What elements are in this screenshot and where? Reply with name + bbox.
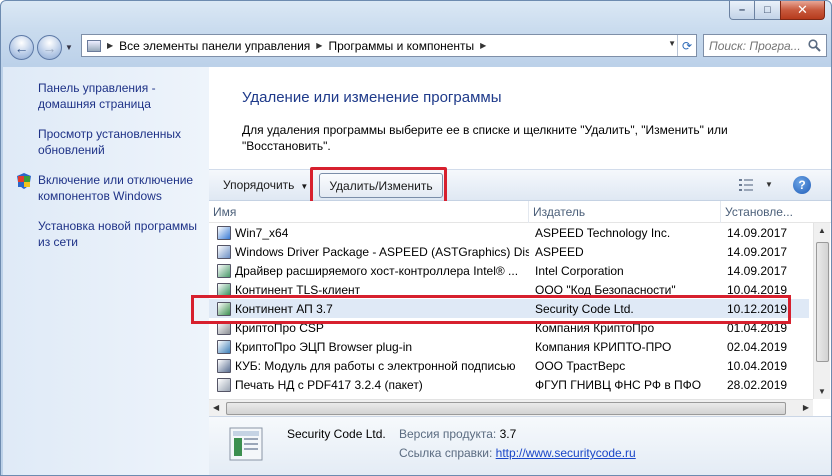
- breadcrumb-item-programs[interactable]: Программы и компоненты: [328, 39, 474, 53]
- program-icon: [229, 427, 263, 461]
- navigation-bar: ← → ▼ ▶ Все элементы панели управления ▶…: [1, 28, 831, 66]
- highlight-box: [310, 167, 447, 205]
- program-installed-date: 14.09.2017: [727, 263, 788, 278]
- program-icon: [217, 263, 231, 278]
- support-label: Ссылка справки:: [399, 446, 493, 460]
- sidebar-item-windows-features[interactable]: Включение или отключение компонентов Win…: [17, 172, 209, 204]
- back-button[interactable]: ←: [9, 35, 34, 60]
- sidebar-item-home[interactable]: Панель управления - домашняя страница: [38, 80, 209, 112]
- cell-name: КУБ: Модуль для работы с электронной под…: [209, 358, 529, 373]
- search-box[interactable]: [703, 34, 827, 57]
- view-options-icon[interactable]: [739, 179, 753, 191]
- search-input[interactable]: [709, 38, 809, 53]
- program-name: Печать НД с PDF417 3.2.4 (пакет): [235, 377, 423, 392]
- program-installed-date: 02.04.2019: [727, 339, 788, 354]
- support-link[interactable]: http://www.securitycode.ru: [496, 446, 636, 460]
- table-row[interactable]: Win7_x64 ASPEED Technology Inc. 14.09.2017: [209, 223, 809, 242]
- cell-name: Win7_x64: [209, 225, 529, 240]
- details-pane: Security Code Ltd. Версия продукта: 3.7 …: [209, 416, 831, 475]
- organize-label: Упорядочить: [223, 178, 295, 192]
- table-row[interactable]: КриптоПро ЭЦП Browser plug-in Компания КР…: [209, 337, 809, 356]
- scroll-up-icon[interactable]: ▲: [818, 226, 826, 235]
- page-title: Удаление или изменение программы: [242, 89, 502, 106]
- cell-name: КриптоПро ЭЦП Browser plug-in: [209, 339, 529, 354]
- list-header: Имя Издатель Установле...: [209, 201, 831, 223]
- program-name: КУБ: Модуль для работы с электронной под…: [235, 358, 516, 373]
- scroll-down-icon[interactable]: ▼: [818, 387, 826, 396]
- table-row[interactable]: Драйвер расширяемого хост-контроллера In…: [209, 261, 809, 280]
- scroll-right-icon[interactable]: ▶: [803, 403, 809, 412]
- program-icon: [217, 244, 231, 259]
- command-bar: Упорядочить ▼ Удалить/Изменить ▼ ?: [209, 167, 831, 205]
- version-value: 3.7: [499, 427, 517, 441]
- scrollbar-thumb[interactable]: [816, 242, 829, 362]
- page-description: Для удаления программы выберите ее в спи…: [242, 123, 728, 153]
- breadcrumb-separator-icon[interactable]: ▶: [316, 41, 322, 50]
- organize-menu-button[interactable]: Упорядочить ▼: [223, 178, 308, 192]
- main-pane: Удаление или изменение программы Для уда…: [191, 67, 831, 475]
- program-publisher: ASPEED Technology Inc.: [535, 225, 671, 240]
- cell-name: Драйвер расширяемого хост-контроллера In…: [209, 263, 529, 278]
- recent-pages-dropdown-icon[interactable]: ▼: [65, 43, 73, 52]
- caption-buttons: – □ ✕: [729, 1, 825, 20]
- sidebar-item-installed-updates[interactable]: Просмотр установленных обновлений: [38, 126, 209, 158]
- version-label: Версия продукта:: [399, 427, 497, 441]
- program-installed-date: 28.02.2019: [727, 377, 788, 392]
- breadcrumb-separator-icon[interactable]: ▶: [480, 41, 486, 50]
- breadcrumb-separator-icon[interactable]: ▶: [107, 41, 113, 50]
- program-icon: [217, 225, 231, 240]
- search-icon[interactable]: [808, 39, 821, 52]
- program-icon: [217, 377, 231, 392]
- program-publisher: ООО ТрастВерс: [535, 358, 626, 373]
- scroll-left-icon[interactable]: ◀: [213, 403, 219, 412]
- horizontal-scrollbar[interactable]: ◀ ▶: [209, 399, 813, 416]
- scrollbar-thumb[interactable]: [226, 402, 786, 415]
- address-history-dropdown-icon[interactable]: ▼: [668, 39, 676, 48]
- shield-icon: [17, 173, 31, 189]
- column-header-name[interactable]: Имя: [209, 201, 529, 223]
- column-header-publisher[interactable]: Издатель: [529, 201, 721, 223]
- details-version: Версия продукта: 3.7: [399, 427, 516, 441]
- program-icon: [217, 358, 231, 373]
- highlight-box: [191, 295, 791, 324]
- program-publisher: ФГУП ГНИВЦ ФНС РФ в ПФО: [535, 377, 702, 392]
- refresh-button[interactable]: ⟳: [677, 35, 696, 56]
- minimize-button[interactable]: –: [729, 1, 755, 20]
- view-dropdown-icon[interactable]: ▼: [765, 180, 773, 189]
- program-installed-date: 10.04.2019: [727, 358, 788, 373]
- program-publisher: ASPEED: [535, 244, 584, 259]
- details-support: Ссылка справки: http://www.securitycode.…: [399, 446, 636, 460]
- vertical-scrollbar[interactable]: ▲ ▼: [813, 223, 830, 399]
- program-name: Драйвер расширяемого хост-контроллера In…: [235, 263, 519, 278]
- forward-button[interactable]: →: [37, 35, 62, 60]
- program-installed-date: 14.09.2017: [727, 225, 788, 240]
- maximize-button[interactable]: □: [755, 1, 780, 20]
- program-publisher: Intel Corporation: [535, 263, 624, 278]
- details-publisher: Security Code Ltd.: [287, 427, 386, 441]
- program-publisher: Компания КРИПТО-ПРО: [535, 339, 672, 354]
- control-panel-window: – □ ✕ ← → ▼ ▶ Все элементы панели управл…: [0, 0, 832, 476]
- cell-name: Windows Driver Package - ASPEED (ASTGrap…: [209, 244, 529, 259]
- close-button[interactable]: ✕: [780, 1, 825, 20]
- help-button[interactable]: ?: [793, 176, 811, 194]
- program-icon: [217, 339, 231, 354]
- chevron-down-icon: ▼: [300, 182, 309, 191]
- table-row[interactable]: Windows Driver Package - ASPEED (ASTGrap…: [209, 242, 809, 261]
- program-name: Win7_x64: [235, 225, 289, 240]
- program-name: Windows Driver Package - ASPEED (ASTGrap…: [235, 244, 529, 259]
- table-row[interactable]: Печать НД с PDF417 3.2.4 (пакет) ФГУП ГНИ…: [209, 375, 809, 394]
- address-bar[interactable]: ▶ Все элементы панели управления ▶ Прогр…: [81, 34, 697, 57]
- sidebar-item-install-from-network[interactable]: Установка новой программы из сети: [38, 218, 209, 250]
- program-installed-date: 14.09.2017: [727, 244, 788, 259]
- control-panel-icon: [87, 39, 101, 52]
- cell-name: Печать НД с PDF417 3.2.4 (пакет): [209, 377, 529, 392]
- sidebar-item-label: Включение или отключение компонентов Win…: [38, 173, 194, 203]
- column-header-installed[interactable]: Установле...: [721, 201, 817, 223]
- program-name: КриптоПро ЭЦП Browser plug-in: [235, 339, 413, 354]
- breadcrumb-item-all-items[interactable]: Все элементы панели управления: [119, 39, 310, 53]
- table-row[interactable]: КУБ: Модуль для работы с электронной под…: [209, 356, 809, 375]
- tasks-pane: Панель управления - домашняя страница Пр…: [3, 67, 209, 475]
